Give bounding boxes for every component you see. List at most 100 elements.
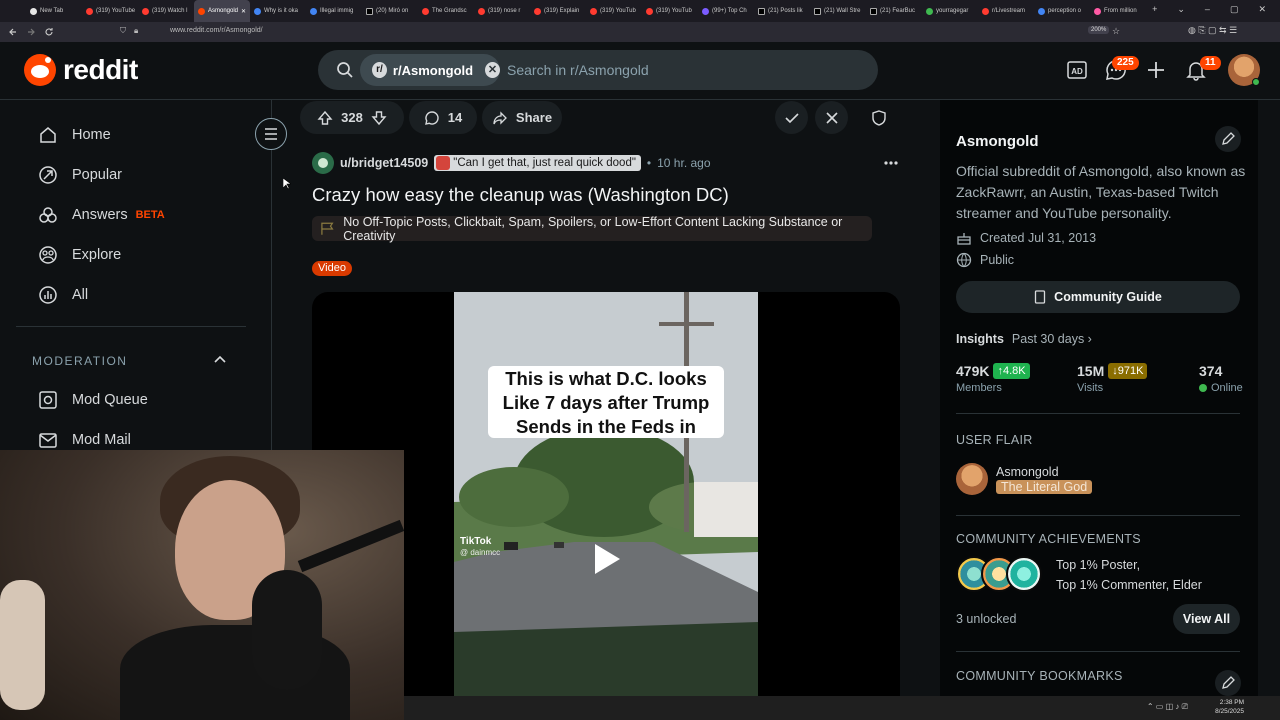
browser-tab-strip: New Tab (319) YouTube (319) Watch l Asmongo… xyxy=(0,0,1280,22)
share-button[interactable]: Share xyxy=(482,101,562,134)
achievement-line: Top 1% Commenter, Elder xyxy=(1056,578,1202,592)
bookmark-star-icon[interactable]: ☆ xyxy=(1112,26,1120,37)
search-scope-chip[interactable]: r/ r/Asmongold ✕ xyxy=(360,54,500,86)
browser-tab[interactable]: Why is it oka xyxy=(250,0,306,22)
chevron-up-icon[interactable] xyxy=(214,354,226,364)
browser-tab[interactable]: Illegal immig xyxy=(306,0,362,22)
system-clock[interactable]: 2:38 PM 8/25/2025 xyxy=(1215,698,1244,716)
browser-tab[interactable]: yourragegar xyxy=(922,0,978,22)
nav-item-all[interactable]: All xyxy=(38,283,88,307)
tiktok-watermark: TikTok xyxy=(460,536,492,547)
tab-label: Why is it oka xyxy=(264,8,299,14)
url-field[interactable]: www.reddit.com/r/Asmongold/ xyxy=(170,27,263,34)
chevron-down-icon[interactable]: ⌄ xyxy=(1177,4,1185,15)
browser-tab[interactable]: (319) YouTub xyxy=(642,0,698,22)
browser-tab[interactable]: Asmongold ✕ xyxy=(194,0,250,22)
browser-tab[interactable]: (21) Wall Stre xyxy=(810,0,866,22)
downvote-icon[interactable] xyxy=(371,110,387,126)
search-input[interactable]: Search in r/Asmongold xyxy=(507,62,649,78)
browser-tab[interactable]: (319) Watch l xyxy=(138,0,194,22)
search-bar[interactable]: r/ r/Asmongold ✕ Search in r/Asmongold xyxy=(318,50,878,90)
browser-tab[interactable]: (319) Explain xyxy=(530,0,586,22)
nav-item-explore[interactable]: Explore xyxy=(38,243,121,267)
nav-item-home[interactable]: Home xyxy=(38,123,111,147)
browser-tab[interactable]: (319) YouTub xyxy=(586,0,642,22)
browser-tab[interactable]: (21) FearBuc xyxy=(866,0,922,22)
window-controls[interactable]: + ⌄ – ▢ ✕ xyxy=(1152,4,1266,15)
post-title[interactable]: Crazy how easy the cleanup was (Washingt… xyxy=(312,184,729,206)
approve-button[interactable] xyxy=(775,101,808,134)
browser-tab[interactable]: (21) Posts lik xyxy=(754,0,810,22)
close-window-icon[interactable]: ✕ xyxy=(1258,4,1266,15)
minimize-icon[interactable]: – xyxy=(1205,4,1210,15)
achievement-badge-icon[interactable] xyxy=(1006,556,1042,592)
nav-item-mod-queue[interactable]: Mod Queue xyxy=(38,388,148,412)
checkmark-icon xyxy=(784,112,799,123)
pencil-icon xyxy=(1222,132,1235,145)
collapse-sidebar-button[interactable] xyxy=(255,118,287,150)
close-icon xyxy=(825,111,838,124)
reddit-logo-icon[interactable] xyxy=(24,54,56,86)
post-author[interactable]: u/bridget14509 xyxy=(340,156,428,170)
lock-icon[interactable]: 🔒︎ xyxy=(134,26,138,36)
tab-favicon-icon xyxy=(870,7,877,15)
browser-tab[interactable]: perception o xyxy=(1034,0,1090,22)
shield-icon[interactable]: ⛉ xyxy=(120,26,126,36)
remove-button[interactable] xyxy=(815,101,848,134)
back-icon[interactable] xyxy=(8,27,18,37)
visits-stat: 15M ↓971K Visits xyxy=(1077,363,1148,394)
ad-icon[interactable]: AD xyxy=(1066,59,1088,81)
visits-value: 15M xyxy=(1077,363,1105,379)
extensions-icon[interactable]: ◍ ⎘ ▢ ⇆ ☰ xyxy=(1188,25,1237,36)
author-avatar[interactable] xyxy=(312,152,334,174)
sidebar-divider xyxy=(956,413,1240,414)
browser-tab[interactable]: (20) Miró on xyxy=(362,0,418,22)
post-meta: u/bridget14509 "Can I get that, just rea… xyxy=(312,152,711,174)
nav-item-answers[interactable]: Answers BETA xyxy=(38,203,165,227)
new-tab-icon[interactable]: + xyxy=(1152,4,1157,15)
forward-icon[interactable] xyxy=(26,27,36,37)
browser-tab[interactable]: (319) nose r xyxy=(474,0,530,22)
browser-tab[interactable]: New Tab xyxy=(26,0,82,22)
vote-score: 328 xyxy=(341,110,363,125)
nav-item-popular[interactable]: Popular xyxy=(38,163,122,187)
insights-link[interactable]: Insights Past 30 days › xyxy=(956,332,1092,346)
mod-queue-icon xyxy=(39,391,57,409)
browser-tab[interactable]: (319) YouTube xyxy=(82,0,138,22)
flair-tag[interactable]: The Literal God xyxy=(996,480,1093,494)
tab-label: (319) YouTub xyxy=(656,8,692,14)
explore-icon xyxy=(39,246,57,264)
nav-item-mod-mail[interactable]: Mod Mail xyxy=(38,428,131,452)
browser-tab[interactable]: r/Livestream xyxy=(978,0,1034,22)
post-timestamp: 10 hr. ago xyxy=(657,156,711,170)
maximize-icon[interactable]: ▢ xyxy=(1230,4,1239,15)
removal-reason-banner[interactable]: No Off-Topic Posts, Clickbait, Spam, Spo… xyxy=(312,215,872,243)
video-caption: This is what D.C. looks Like 7 days afte… xyxy=(488,366,724,438)
tab-label: New Tab xyxy=(40,8,64,14)
more-options-icon[interactable] xyxy=(884,156,898,170)
mod-shield-button[interactable] xyxy=(862,101,895,134)
reload-icon[interactable] xyxy=(44,27,54,37)
zoom-level[interactable]: 200% xyxy=(1088,26,1110,34)
upvote-icon[interactable] xyxy=(317,110,333,126)
insights-label: Insights xyxy=(956,332,1004,346)
chevron-right-icon: › xyxy=(1087,332,1092,346)
tray-icons[interactable]: ⌃ ▭ ◫ ♪ ⎚ xyxy=(1147,702,1188,712)
plus-icon[interactable] xyxy=(1145,59,1167,81)
community-guide-button[interactable]: Community Guide xyxy=(956,281,1240,313)
edit-community-button[interactable] xyxy=(1215,126,1241,152)
browser-tab[interactable]: From million xyxy=(1090,0,1146,22)
clear-scope-icon[interactable]: ✕ xyxy=(485,62,500,78)
play-icon[interactable] xyxy=(592,542,622,576)
close-tab-icon[interactable]: ✕ xyxy=(241,8,246,15)
reddit-logo-text[interactable]: reddit xyxy=(63,54,138,86)
all-icon xyxy=(39,286,57,304)
browser-tab[interactable]: The Grandsc xyxy=(418,0,474,22)
post-flair[interactable]: Video xyxy=(312,261,352,276)
edit-bookmarks-button[interactable] xyxy=(1215,670,1241,696)
moderation-heading[interactable]: MODERATION xyxy=(32,354,127,368)
pencil-icon xyxy=(1222,676,1235,689)
comments-button[interactable]: 14 xyxy=(409,101,477,134)
browser-tab[interactable]: (99+) Top Ch xyxy=(698,0,754,22)
view-all-button[interactable]: View All xyxy=(1173,604,1240,634)
